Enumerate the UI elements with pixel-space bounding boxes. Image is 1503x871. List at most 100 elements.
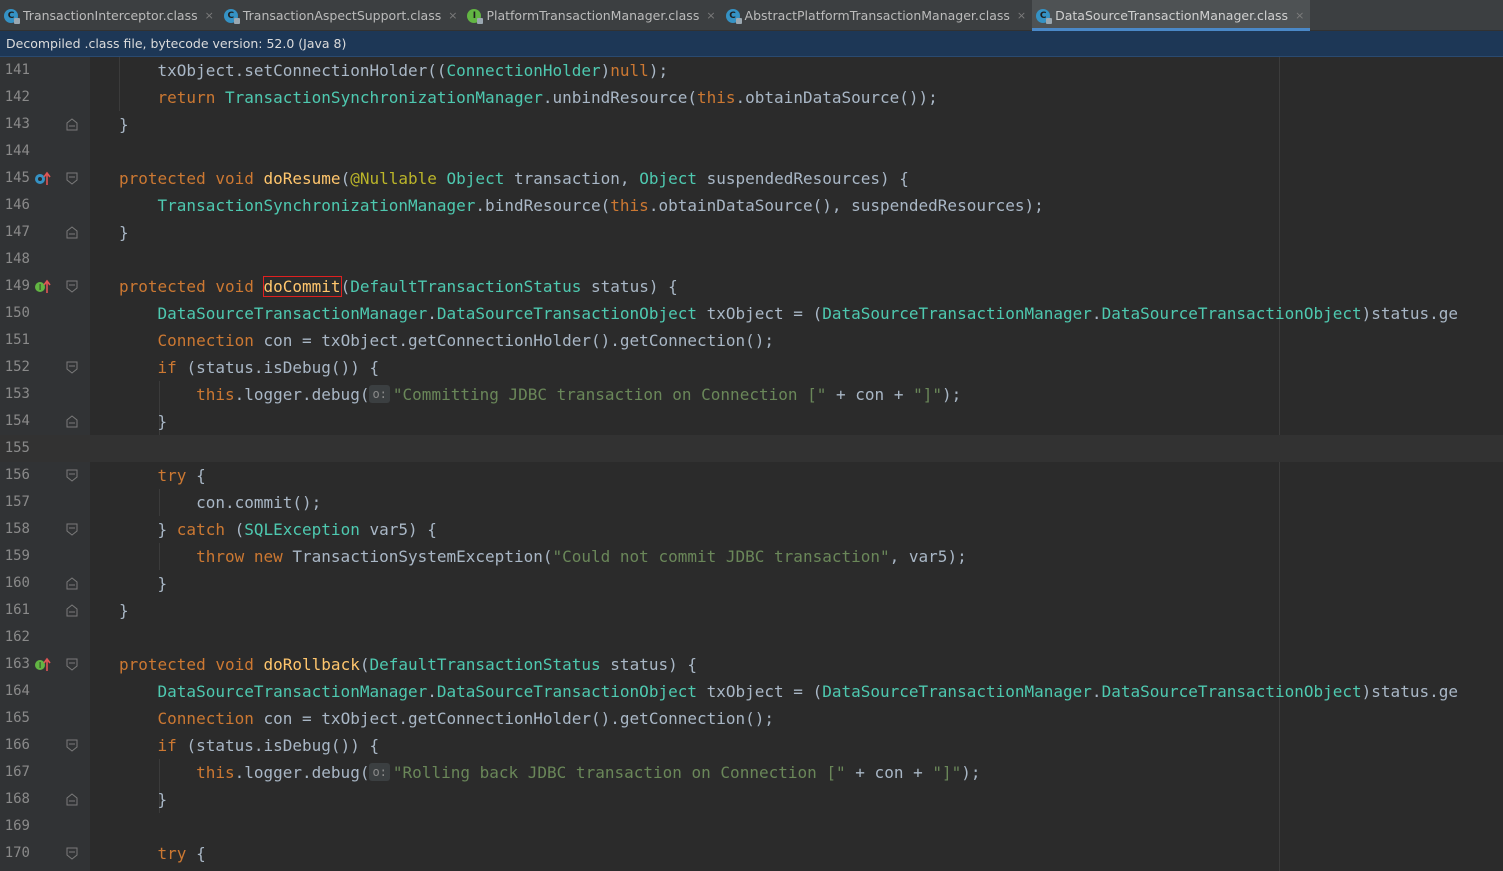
- code-line: 146 TransactionSynchronizationManager.bi…: [0, 192, 1503, 219]
- tab-abstract-platform-transaction-manager[interactable]: AbstractPlatformTransactionManager.class…: [722, 0, 1033, 31]
- tab-transaction-interceptor[interactable]: TransactionInterceptor.class ×: [0, 0, 220, 31]
- code-line: 170 try {: [0, 840, 1503, 867]
- code-line: 144: [0, 138, 1503, 165]
- code-text: }: [119, 790, 168, 809]
- code-line: 142 return TransactionSynchronizationMan…: [0, 84, 1503, 111]
- svg-text:I: I: [39, 661, 41, 670]
- fold-end-icon[interactable]: [66, 226, 78, 239]
- class-icon: [1036, 8, 1053, 24]
- code-line: 158 } catch (SQLException var5) {: [0, 516, 1503, 543]
- code-line: 160 }: [0, 570, 1503, 597]
- code-line: 164 DataSourceTransactionManager.DataSou…: [0, 678, 1503, 705]
- code-line: 149 I protected void doCommit(DefaultTra…: [0, 273, 1503, 300]
- line-number: 141: [4, 62, 30, 78]
- code-text: }: [119, 412, 168, 431]
- code-text: if (status.isDebug()) {: [157, 736, 380, 755]
- parameter-hint: o:: [369, 385, 390, 403]
- banner-text: Decompiled .class file, bytecode version…: [6, 36, 347, 51]
- fold-start-icon[interactable]: [66, 469, 78, 482]
- line-number: 142: [4, 89, 30, 105]
- code-line: 169: [0, 813, 1503, 840]
- code-text: protected void doRollback(DefaultTransac…: [119, 655, 697, 674]
- class-icon: [4, 8, 20, 24]
- line-number: 152: [4, 359, 30, 375]
- line-number: 161: [4, 602, 30, 618]
- code-line: 168 }: [0, 786, 1503, 813]
- fold-end-icon[interactable]: [66, 577, 78, 590]
- line-number: 153: [4, 386, 30, 402]
- close-icon[interactable]: ×: [1017, 9, 1026, 22]
- code-line: 165 Connection con = txObject.getConnect…: [0, 705, 1503, 732]
- line-number: 157: [4, 494, 30, 510]
- code-text: }: [119, 574, 168, 593]
- code-text: return TransactionSynchronizationManager…: [157, 88, 938, 107]
- line-number: 145: [4, 170, 30, 186]
- fold-start-icon[interactable]: [66, 523, 78, 536]
- code-text: }: [119, 115, 129, 134]
- line-number: 155: [4, 440, 30, 456]
- overrides-method-icon[interactable]: [34, 171, 52, 186]
- line-number: 154: [4, 413, 30, 429]
- tab-platform-transaction-manager[interactable]: PlatformTransactionManager.class ×: [463, 0, 721, 31]
- fold-start-icon[interactable]: [66, 172, 78, 185]
- fold-end-icon[interactable]: [66, 118, 78, 131]
- code-text: }: [119, 223, 129, 242]
- fold-start-icon[interactable]: [66, 847, 78, 860]
- code-line: 151 Connection con = txObject.getConnect…: [0, 327, 1503, 354]
- implements-method-icon[interactable]: I: [34, 279, 52, 294]
- fold-start-icon[interactable]: [66, 280, 78, 293]
- implements-method-icon[interactable]: I: [34, 657, 52, 672]
- fold-start-icon[interactable]: [66, 658, 78, 671]
- close-icon[interactable]: ×: [1295, 9, 1304, 22]
- fold-end-icon[interactable]: [66, 604, 78, 617]
- line-number: 162: [4, 629, 30, 645]
- interface-icon: [467, 8, 484, 24]
- code-line: 156 try {: [0, 462, 1503, 489]
- fold-start-icon[interactable]: [66, 361, 78, 374]
- code-text: DataSourceTransactionManager.DataSourceT…: [157, 682, 1458, 701]
- abstract-class-icon: [725, 8, 742, 24]
- code-line: 148: [0, 246, 1503, 273]
- close-icon[interactable]: ×: [448, 9, 457, 22]
- line-number: 158: [4, 521, 30, 537]
- close-icon[interactable]: ×: [706, 9, 715, 22]
- line-number: 167: [4, 764, 30, 780]
- close-icon[interactable]: ×: [205, 9, 214, 22]
- code-text: }: [119, 601, 129, 620]
- editor-tab-bar: TransactionInterceptor.class × Transacti…: [0, 0, 1503, 31]
- svg-text:I: I: [39, 283, 41, 292]
- code-text: Connection con = txObject.getConnectionH…: [157, 709, 775, 728]
- code-line: 153 this.logger.debug(o: "Committing JDBC…: [0, 381, 1503, 408]
- line-number: 151: [4, 332, 30, 348]
- current-code-line: 155: [0, 435, 1503, 462]
- code-text: Connection con = txObject.getConnectionH…: [157, 331, 775, 350]
- fold-start-icon[interactable]: [66, 739, 78, 752]
- code-line: 166 if (status.isDebug()) {: [0, 732, 1503, 759]
- line-number: 163: [4, 656, 30, 672]
- code-line: 163 I protected void doRollback(DefaultT…: [0, 651, 1503, 678]
- tab-label: AbstractPlatformTransactionManager.class: [744, 8, 1010, 23]
- fold-end-icon[interactable]: [66, 415, 78, 428]
- code-line: 152 if (status.isDebug()) {: [0, 354, 1503, 381]
- highlighted-method-name[interactable]: doCommit: [262, 276, 342, 297]
- code-editor[interactable]: 141 txObject.setConnectionHolder((Connec…: [0, 57, 1503, 871]
- code-line: 161 }: [0, 597, 1503, 624]
- code-line: 143 }: [0, 111, 1503, 138]
- tab-transaction-aspect-support[interactable]: TransactionAspectSupport.class ×: [220, 0, 464, 31]
- line-number: 147: [4, 224, 30, 240]
- code-line: 167 this.logger.debug(o: "Rolling back JD…: [0, 759, 1503, 786]
- line-number: 148: [4, 251, 30, 267]
- line-number: 146: [4, 197, 30, 213]
- code-text: } catch (SQLException var5) {: [119, 520, 437, 539]
- code-line: 141 txObject.setConnectionHolder((Connec…: [0, 57, 1503, 84]
- code-line: 147 }: [0, 219, 1503, 246]
- line-number: 149: [4, 278, 30, 294]
- line-number: 169: [4, 818, 30, 834]
- code-text: TransactionSynchronizationManager.bindRe…: [157, 196, 1044, 215]
- code-line: 159 throw new TransactionSystemException…: [0, 543, 1503, 570]
- tab-datasource-transaction-manager[interactable]: DataSourceTransactionManager.class ×: [1032, 0, 1311, 31]
- tab-label: TransactionInterceptor.class: [23, 8, 198, 23]
- fold-end-icon[interactable]: [66, 793, 78, 806]
- code-text: throw new TransactionSystemException("Co…: [196, 547, 967, 566]
- parameter-hint: o:: [369, 763, 390, 781]
